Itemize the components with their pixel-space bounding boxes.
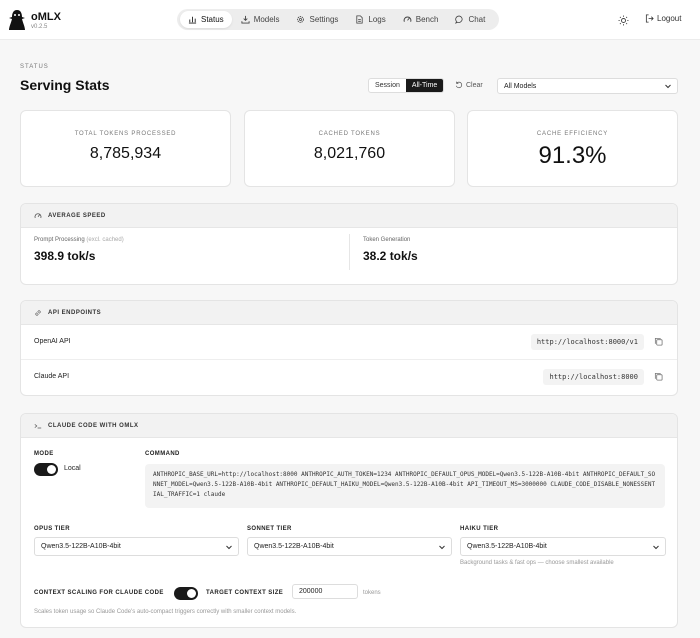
main-nav: Status Models Settings Logs Bench Chat bbox=[177, 9, 499, 30]
section-label: STATUS bbox=[20, 64, 49, 70]
command-label: COMMAND bbox=[145, 451, 180, 457]
stat-card-cached-tokens: CACHED TOKENS 8,021,760 bbox=[244, 110, 455, 187]
mode-label: MODE bbox=[34, 451, 54, 457]
model-filter-value: All Models bbox=[504, 82, 537, 90]
range-session-button[interactable]: Session bbox=[369, 79, 406, 92]
chevron-down-icon bbox=[665, 84, 671, 89]
chevron-down-icon bbox=[439, 545, 445, 549]
nav-settings-label: Settings bbox=[309, 15, 339, 24]
prompt-label-text: Prompt Processing bbox=[34, 237, 85, 243]
panel-title: CLAUDE CODE WITH OMLX bbox=[48, 422, 139, 429]
terminal-icon bbox=[34, 423, 42, 428]
stat-card-cache-efficiency: CACHE EFFICIENCY 91.3% bbox=[467, 110, 678, 187]
clear-button[interactable]: Clear bbox=[455, 81, 483, 89]
stat-value: 91.3% bbox=[538, 142, 607, 169]
opus-tier-value: Qwen3.5-122B-A10B-4bit bbox=[41, 543, 121, 550]
endpoint-row-openai: OpenAI API http://localhost:8000/v1 bbox=[21, 325, 677, 360]
link-icon bbox=[35, 309, 41, 316]
endpoint-row-claude: Claude API http://localhost:8000 bbox=[21, 360, 677, 395]
haiku-tier-hint: Background tasks & fast ops — choose sma… bbox=[460, 560, 614, 566]
mode-value: Local bbox=[64, 465, 81, 472]
copy-icon[interactable] bbox=[654, 372, 663, 381]
nav-status[interactable]: Status bbox=[180, 11, 232, 28]
average-speed-panel: AVERAGE SPEED Prompt Processing (excl. c… bbox=[20, 203, 678, 285]
logout-button[interactable]: Logout bbox=[645, 14, 681, 23]
endpoint-name: OpenAI API bbox=[34, 338, 71, 345]
sonnet-tier-select[interactable]: Qwen3.5-122B-A10B-4bit bbox=[247, 537, 452, 556]
target-context-label: TARGET CONTEXT SIZE bbox=[206, 590, 284, 596]
nav-chat[interactable]: Chat bbox=[447, 11, 493, 28]
target-context-unit: tokens bbox=[363, 590, 381, 596]
token-generation-value: 38.2 tok/s bbox=[363, 249, 418, 263]
file-text-icon bbox=[356, 15, 363, 24]
mode-toggle[interactable] bbox=[34, 463, 58, 476]
prompt-note: (excl. cached) bbox=[86, 237, 124, 243]
context-scaling-footnote: Scales token usage so Claude Code's auto… bbox=[34, 609, 297, 615]
reset-icon bbox=[455, 81, 463, 89]
download-icon bbox=[241, 15, 250, 24]
range-alltime-button[interactable]: All-Time bbox=[405, 79, 444, 92]
panel-header: API ENDPOINTS bbox=[21, 301, 677, 325]
page-title: Serving Stats bbox=[20, 77, 110, 93]
nav-settings[interactable]: Settings bbox=[288, 11, 346, 28]
endpoint-name: Claude API bbox=[34, 373, 70, 380]
stat-card-total-tokens: TOTAL TOKENS PROCESSED 8,785,934 bbox=[20, 110, 231, 187]
nav-bench-label: Bench bbox=[415, 15, 439, 24]
clear-label: Clear bbox=[466, 81, 483, 89]
nav-models-label: Models bbox=[253, 15, 280, 24]
endpoint-url[interactable]: http://localhost:8000/v1 bbox=[530, 334, 644, 350]
context-scaling-toggle[interactable] bbox=[174, 587, 198, 600]
gauge-icon bbox=[403, 16, 412, 22]
panel-header: CLAUDE CODE WITH OMLX bbox=[21, 414, 677, 438]
panel-title: AVERAGE SPEED bbox=[48, 212, 106, 219]
chevron-down-icon bbox=[653, 545, 659, 549]
range-toggle: Session All-Time bbox=[368, 78, 445, 93]
stat-label: CACHED TOKENS bbox=[318, 131, 381, 137]
gauge-icon bbox=[34, 212, 42, 218]
command-box[interactable]: ANTHROPIC_BASE_URL=http://localhost:8000… bbox=[145, 464, 665, 508]
chat-bubble-icon bbox=[455, 15, 463, 24]
endpoint-url[interactable]: http://localhost:8000 bbox=[543, 369, 644, 385]
nav-logs-label: Logs bbox=[368, 15, 386, 24]
nav-bench[interactable]: Bench bbox=[395, 11, 447, 28]
app-version: v0.2.5 bbox=[31, 24, 48, 30]
token-generation-label: Token Generation bbox=[363, 237, 411, 243]
nav-models[interactable]: Models bbox=[233, 11, 288, 28]
gear-icon bbox=[297, 16, 305, 23]
top-bar: oMLX v0.2.5 Status Models Settings Logs … bbox=[0, 0, 700, 40]
api-endpoints-panel: API ENDPOINTS OpenAI API http://localhos… bbox=[20, 300, 678, 396]
stat-label: CACHE EFFICIENCY bbox=[536, 131, 609, 137]
stat-label: TOTAL TOKENS PROCESSED bbox=[74, 131, 177, 137]
context-scaling-label: CONTEXT SCALING FOR CLAUDE CODE bbox=[34, 590, 164, 596]
bar-chart-icon bbox=[188, 16, 197, 24]
sonnet-tier-label: SONNET TIER bbox=[247, 526, 292, 532]
prompt-processing-label: Prompt Processing (excl. cached) bbox=[34, 237, 124, 243]
stat-value: 8,785,934 bbox=[89, 145, 162, 162]
haiku-tier-label: HAIKU TIER bbox=[460, 526, 499, 532]
panel-header: AVERAGE SPEED bbox=[21, 204, 677, 228]
speed-row: Prompt Processing (excl. cached) 398.9 t… bbox=[21, 228, 677, 274]
penguin-logo-icon bbox=[9, 10, 25, 30]
target-context-input[interactable]: 200000 bbox=[292, 584, 358, 599]
chevron-down-icon bbox=[226, 545, 232, 549]
sonnet-tier-value: Qwen3.5-122B-A10B-4bit bbox=[254, 543, 334, 550]
logout-label: Logout bbox=[657, 14, 682, 23]
opus-tier-label: OPUS TIER bbox=[34, 526, 70, 532]
app-name: oMLX bbox=[31, 11, 61, 23]
opus-tier-select[interactable]: Qwen3.5-122B-A10B-4bit bbox=[34, 537, 239, 556]
copy-icon[interactable] bbox=[654, 337, 663, 346]
haiku-tier-value: Qwen3.5-122B-A10B-4bit bbox=[467, 543, 547, 550]
prompt-processing-value: 398.9 tok/s bbox=[34, 249, 96, 263]
haiku-tier-select[interactable]: Qwen3.5-122B-A10B-4bit bbox=[460, 537, 666, 556]
model-filter-select[interactable]: All Models bbox=[497, 78, 678, 94]
nav-status-label: Status bbox=[201, 15, 224, 24]
panel-title: API ENDPOINTS bbox=[48, 309, 102, 316]
divider bbox=[349, 234, 350, 270]
nav-logs[interactable]: Logs bbox=[347, 11, 393, 28]
claude-code-panel: CLAUDE CODE WITH OMLX MODE Local COMMAND… bbox=[20, 413, 678, 628]
nav-chat-label: Chat bbox=[468, 15, 486, 24]
sun-icon[interactable] bbox=[618, 15, 629, 26]
stat-value: 8,021,760 bbox=[313, 145, 386, 162]
logout-icon bbox=[645, 14, 654, 23]
